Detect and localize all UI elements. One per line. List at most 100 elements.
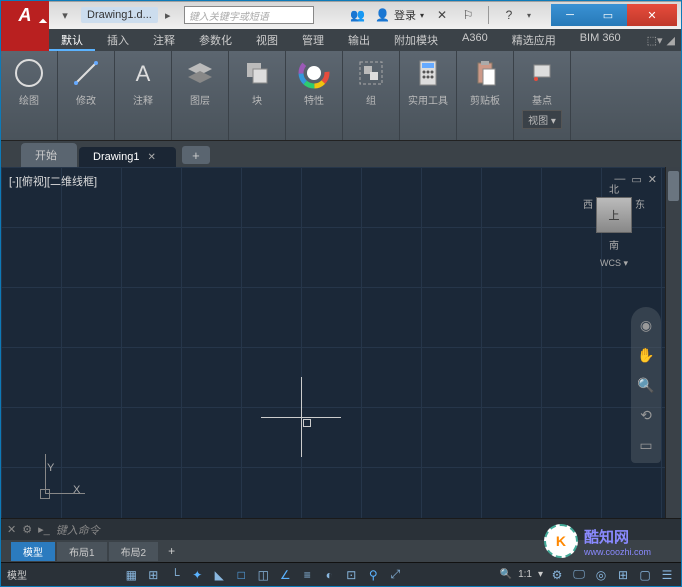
annoscale-icon[interactable]: 🔍 xyxy=(500,569,512,580)
north-label: 北 xyxy=(579,181,649,196)
panel-sublabel[interactable]: 视图 ▾ xyxy=(522,110,562,129)
panel-label: 剪贴板 xyxy=(465,91,505,108)
basepoint-button[interactable] xyxy=(522,55,562,91)
tab-featured[interactable]: 精选应用 xyxy=(500,29,568,51)
monitor-icon[interactable]: 🖵 xyxy=(571,567,587,583)
ortho-icon[interactable]: └ xyxy=(167,567,183,583)
west-label: 西 xyxy=(583,196,593,211)
exchange-icon[interactable]: ✕ xyxy=(434,7,450,23)
panel-label: 组 xyxy=(351,91,391,108)
utilities-button[interactable] xyxy=(408,55,448,91)
nav-pan-icon[interactable]: ✋ xyxy=(636,345,656,365)
maximize-button[interactable]: ▭ xyxy=(589,4,627,26)
draw-button[interactable] xyxy=(9,55,49,91)
tab-close-icon[interactable]: ✕ xyxy=(147,152,155,163)
workspace-icon[interactable]: ⚙ xyxy=(549,567,565,583)
3dosnap-icon[interactable]: ◫ xyxy=(255,567,271,583)
nav-showui-icon[interactable]: ▭ xyxy=(636,435,656,455)
tab-parametric[interactable]: 参数化 xyxy=(187,29,244,51)
new-tab-button[interactable]: + xyxy=(182,146,210,164)
scale-label[interactable]: 1:1 xyxy=(518,569,532,580)
group-button[interactable] xyxy=(351,55,391,91)
isolate-icon[interactable]: ◎ xyxy=(593,567,609,583)
panel-cycle-icon[interactable]: ⬚▾ xyxy=(647,34,663,47)
snap-icon[interactable]: ⊞ xyxy=(145,567,161,583)
canvas[interactable]: [-][俯视][二维线框] — ▭ ✕ 北 西 东 上 南 WCS ▾ ◉ xyxy=(1,167,665,518)
annotation-icon[interactable]: ⚲ xyxy=(365,567,381,583)
circle-icon xyxy=(13,57,45,89)
tab-model[interactable]: 模型 xyxy=(11,542,55,561)
grid-icon[interactable]: ▦ xyxy=(123,567,139,583)
titlebar-right: 👥 👤 登录 ▾ ✕ ⚐ ? ▾ ─ ▭ ✕ xyxy=(350,4,681,26)
watermark-name: 酷知网 xyxy=(584,526,651,547)
panel-label: 图层 xyxy=(180,91,220,108)
app-window: A ▾ Drawing1.d... ▸ 键入关键字或短语 👥 👤 登录 ▾ ✕ … xyxy=(0,0,682,587)
tab-layout1[interactable]: 布局1 xyxy=(57,542,107,561)
command-input[interactable]: 键入命令 xyxy=(56,522,100,538)
isodraft-icon[interactable]: ◣ xyxy=(211,567,227,583)
customize-icon[interactable]: ☰ xyxy=(659,567,675,583)
tab-annotate[interactable]: 注释 xyxy=(141,29,187,51)
ribbon-minimize-icon[interactable]: ◢ xyxy=(667,34,675,47)
block-icon xyxy=(241,57,273,89)
help-dropdown-icon[interactable]: ▾ xyxy=(527,11,531,20)
otrack-icon[interactable]: ∠ xyxy=(277,567,293,583)
cmd-customize-icon[interactable]: ⚙ xyxy=(22,523,32,536)
status-model-label[interactable]: 模型 xyxy=(7,567,27,582)
app-logo[interactable]: A xyxy=(1,1,49,29)
tab-default[interactable]: 默认 xyxy=(49,29,95,51)
autoscale-icon[interactable]: ⤢ xyxy=(387,567,403,583)
login-button[interactable]: 👤 登录 ▾ xyxy=(375,7,424,23)
tab-addins[interactable]: 附加模块 xyxy=(382,29,450,51)
viewcube-face[interactable]: 上 xyxy=(596,197,632,233)
annotate-button[interactable]: A xyxy=(123,55,163,91)
wcs-label[interactable]: WCS ▾ xyxy=(579,258,649,269)
separator xyxy=(488,6,489,24)
polar-icon[interactable]: ✦ xyxy=(189,567,205,583)
qat-dropdown-icon[interactable]: ▾ xyxy=(57,7,73,23)
panel-layers: 图层 xyxy=(172,51,229,140)
share-icon[interactable]: ⚐ xyxy=(460,7,476,23)
close-button[interactable]: ✕ xyxy=(627,4,677,26)
tab-start[interactable]: 开始 xyxy=(21,143,77,167)
vp-close-icon[interactable]: ✕ xyxy=(648,173,657,186)
modify-button[interactable] xyxy=(66,55,106,91)
cleanscreen-icon[interactable]: ▢ xyxy=(637,567,653,583)
minimize-button[interactable]: ─ xyxy=(551,4,589,26)
hardware-icon[interactable]: ⊞ xyxy=(615,567,631,583)
help-icon[interactable]: ? xyxy=(501,7,517,23)
add-layout-button[interactable]: + xyxy=(160,542,183,560)
tab-a360[interactable]: A360 xyxy=(450,29,500,51)
line-icon xyxy=(70,57,102,89)
document-title[interactable]: Drawing1.d... xyxy=(81,7,158,23)
properties-button[interactable] xyxy=(294,55,334,91)
logo-spacer xyxy=(1,29,49,51)
layers-button[interactable] xyxy=(180,55,220,91)
panel-label: 基点 xyxy=(522,91,562,108)
vertical-scrollbar[interactable] xyxy=(665,167,681,518)
cmd-close-icon[interactable]: ✕ xyxy=(7,523,16,536)
cycling-icon[interactable]: ⊡ xyxy=(343,567,359,583)
doc-dropdown-icon[interactable]: ▸ xyxy=(160,7,176,23)
block-button[interactable] xyxy=(237,55,277,91)
transparency-icon[interactable]: ◐ xyxy=(321,567,337,583)
search-input[interactable]: 键入关键字或短语 xyxy=(184,6,314,24)
nav-zoom-icon[interactable]: 🔍 xyxy=(636,375,656,395)
tab-bim360[interactable]: BIM 360 xyxy=(568,29,633,51)
lineweight-icon[interactable]: ≡ xyxy=(299,567,315,583)
viewcube[interactable]: 北 西 东 上 南 WCS ▾ xyxy=(579,181,649,269)
tab-insert[interactable]: 插入 xyxy=(95,29,141,51)
viewport-label[interactable]: [-][俯视][二维线框] xyxy=(9,173,97,189)
titlebar: A ▾ Drawing1.d... ▸ 键入关键字或短语 👥 👤 登录 ▾ ✕ … xyxy=(1,1,681,29)
color-wheel-icon xyxy=(298,57,330,89)
osnap-icon[interactable]: □ xyxy=(233,567,249,583)
nav-orbit-icon[interactable]: ⟲ xyxy=(636,405,656,425)
tab-view[interactable]: 视图 xyxy=(244,29,290,51)
clipboard-button[interactable] xyxy=(465,55,505,91)
tab-manage[interactable]: 管理 xyxy=(290,29,336,51)
nav-wheel-icon[interactable]: ◉ xyxy=(636,315,656,335)
tab-output[interactable]: 输出 xyxy=(336,29,382,51)
tab-layout2[interactable]: 布局2 xyxy=(109,542,159,561)
tab-drawing1[interactable]: Drawing1 ✕ xyxy=(79,147,176,167)
scale-dropdown-icon[interactable]: ▾ xyxy=(538,569,543,580)
